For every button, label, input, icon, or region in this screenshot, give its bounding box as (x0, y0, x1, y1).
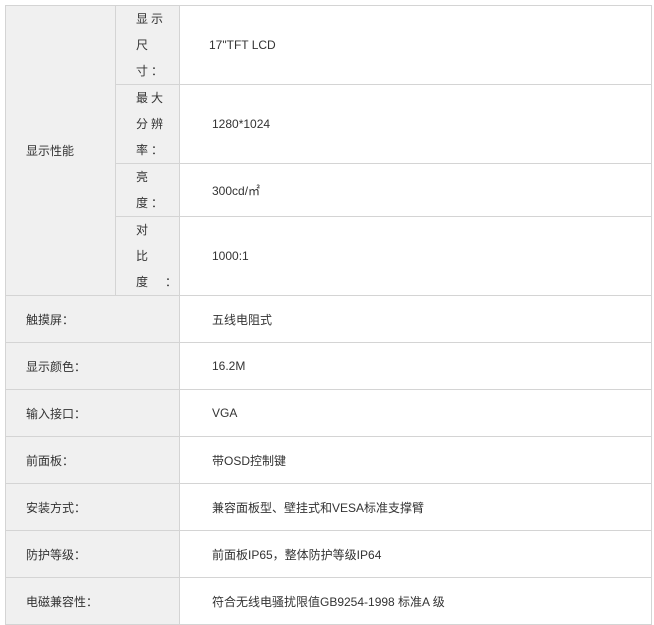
sub-label-brightness: 亮度： (115, 163, 180, 217)
value-colors: 16.2M (179, 342, 652, 390)
spec-row-protection: 防护等级： 前面板IP65，整体防护等级IP64 (5, 530, 652, 578)
sub-label-contrast: 对比度： (115, 216, 195, 296)
section-label-display: 显示性能 (5, 5, 116, 296)
sub-label-contrast-text: 对比度： (136, 223, 195, 289)
value-protection: 前面板IP65，整体防护等级IP64 (179, 530, 652, 578)
sub-label-size-text: 显示尺寸： (136, 12, 167, 78)
label-touch: 触摸屏： (5, 295, 180, 343)
value-resolution: 1280*1024 (179, 84, 652, 164)
label-colors: 显示颜色： (5, 342, 180, 390)
spec-row-colors: 显示颜色： 16.2M (5, 342, 652, 390)
spec-row-touch: 触摸屏： 五线电阻式 (5, 295, 652, 343)
spec-row-input: 输入接口： VGA (5, 389, 652, 437)
spec-row-mounting: 安装方式： 兼容面板型、壁挂式和VESA标准支撑臂 (5, 483, 652, 531)
spec-row-front-panel: 前面板： 带OSD控制键 (5, 436, 652, 484)
sub-label-resolution: 最大分辨率： (115, 84, 180, 164)
value-emc: 符合无线电骚扰限值GB9254-1998 标准A 级 (179, 577, 652, 625)
value-mounting: 兼容面板型、壁挂式和VESA标准支撑臂 (179, 483, 652, 531)
value-contrast: 1000:1 (179, 216, 652, 296)
value-touch: 五线电阻式 (179, 295, 652, 343)
value-input: VGA (179, 389, 652, 437)
label-mounting: 安装方式： (5, 483, 180, 531)
value-front-panel: 带OSD控制键 (179, 436, 652, 484)
spec-row-emc: 电磁兼容性： 符合无线电骚扰限值GB9254-1998 标准A 级 (5, 577, 652, 625)
sub-label-size: 显示尺寸： (115, 5, 180, 85)
label-emc: 电磁兼容性： (5, 577, 180, 625)
label-input: 输入接口： (5, 389, 180, 437)
value-brightness: 300cd/㎡ (179, 163, 652, 217)
sub-label-brightness-text: 亮度： (136, 170, 167, 210)
label-front-panel: 前面板： (5, 436, 180, 484)
spec-row-size: 显示性能 显示尺寸： 17"TFT LCD (5, 5, 652, 296)
spec-table: 显示性能 显示尺寸： 17"TFT LCD 最大分辨率： 1280*1024 亮… (5, 5, 652, 625)
sub-label-resolution-text: 最大分辨率： (136, 91, 167, 157)
value-size: 17"TFT LCD (179, 5, 652, 85)
label-protection: 防护等级： (5, 530, 180, 578)
